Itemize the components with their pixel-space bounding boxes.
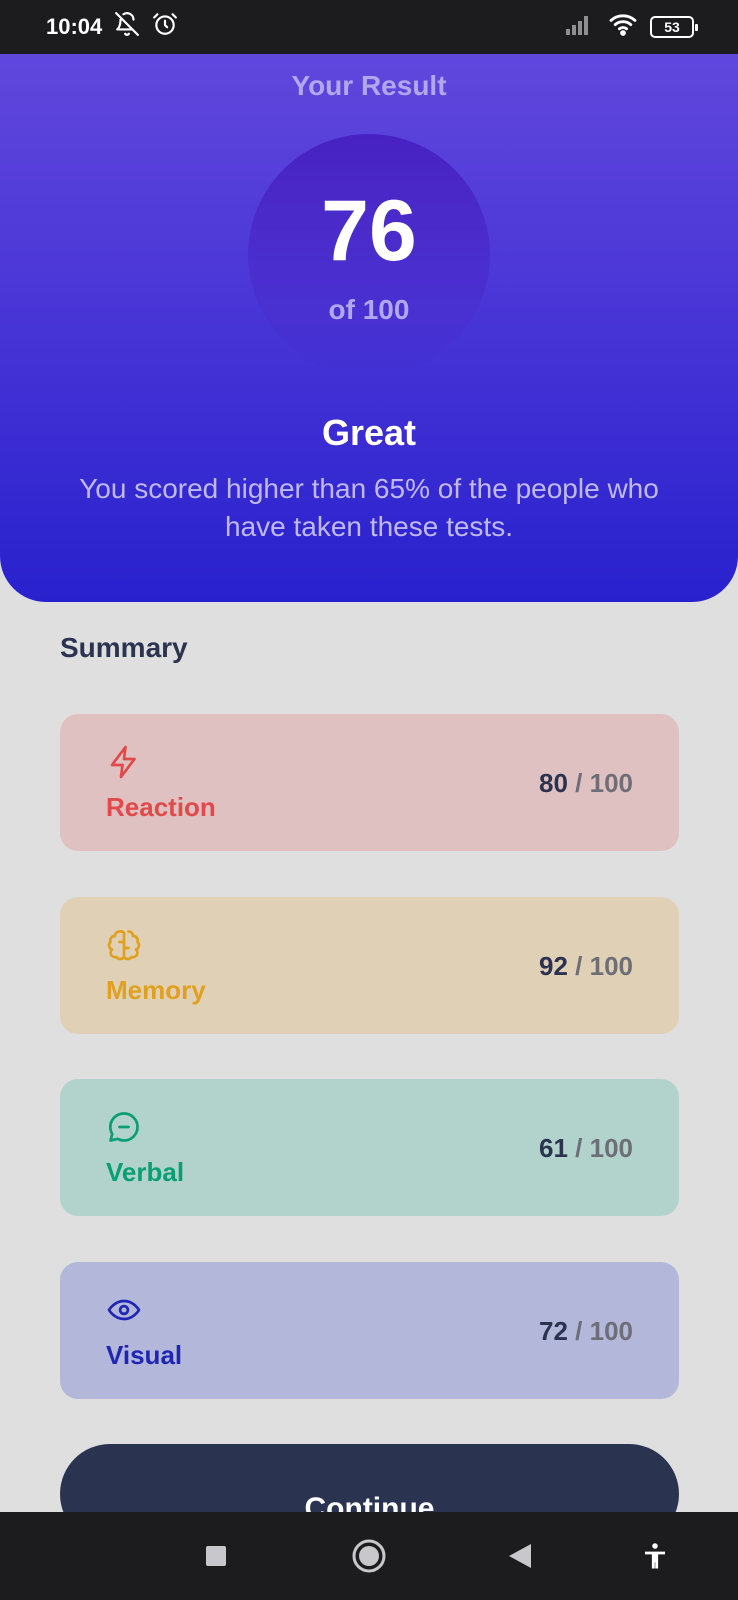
result-rating: Great xyxy=(321,412,417,453)
score-separator: / xyxy=(575,1133,583,1163)
score-separator: / xyxy=(575,1316,583,1346)
summary-card-visual[interactable]: Visual 72 / 100 xyxy=(60,1262,679,1399)
summary-card-verbal[interactable]: Verbal 61 / 100 xyxy=(60,1079,679,1216)
bell-off-icon xyxy=(114,11,140,43)
summary-label: Reaction xyxy=(106,792,216,822)
recent-apps-icon[interactable] xyxy=(194,1534,238,1578)
score-total: of 100 xyxy=(328,294,410,325)
status-bar: 10:04 53 xyxy=(0,0,738,54)
accessibility-icon[interactable] xyxy=(633,1534,677,1578)
score-value: 76 xyxy=(321,183,417,279)
score-max: 100 xyxy=(589,1133,633,1163)
summary-label: Memory xyxy=(106,975,206,1005)
summary-label: Visual xyxy=(106,1340,183,1370)
score-number: 72 xyxy=(538,1316,568,1346)
score-number: 92 xyxy=(538,951,568,981)
summary-score: 72 / 100 xyxy=(539,1316,633,1347)
score-separator: / xyxy=(575,951,583,981)
score-max: 100 xyxy=(589,1316,633,1346)
back-icon[interactable] xyxy=(498,1534,542,1578)
chat-bubble-icon xyxy=(106,1109,142,1145)
score-max: 100 xyxy=(589,951,633,981)
brain-icon xyxy=(106,927,142,963)
score-circle: 76 of 100 xyxy=(248,134,490,376)
eye-icon xyxy=(106,1292,142,1328)
summary-title: Summary xyxy=(60,632,188,663)
score-number: 61 xyxy=(538,1133,568,1163)
status-right: 53 xyxy=(566,12,698,42)
score-separator: / xyxy=(575,768,583,798)
wifi-icon xyxy=(608,12,638,42)
signal-icon xyxy=(566,13,596,41)
summary-score: 61 / 100 xyxy=(539,1133,633,1164)
summary-label: Verbal xyxy=(106,1157,185,1187)
alarm-icon xyxy=(152,11,178,43)
status-time: 10:04 xyxy=(46,14,103,39)
navigation-bar xyxy=(0,1512,738,1600)
status-left: 10:04 xyxy=(46,11,178,43)
summary-card-memory[interactable]: Memory 92 / 100 xyxy=(60,897,679,1034)
result-title: Your Result xyxy=(291,70,447,101)
summary-score: 80 / 100 xyxy=(539,768,633,799)
result-hero: Your Result 76 of 100 Great You scored h… xyxy=(0,54,738,602)
battery-indicator: 53 xyxy=(650,16,698,38)
score-max: 100 xyxy=(589,768,633,798)
summary-score: 92 / 100 xyxy=(539,951,633,982)
result-description: You scored higher than 65% of the people… xyxy=(79,473,659,542)
home-icon[interactable] xyxy=(347,1534,391,1578)
lightning-icon xyxy=(106,744,142,780)
summary-card-reaction[interactable]: Reaction 80 / 100 xyxy=(60,714,679,851)
score-number: 80 xyxy=(538,768,568,798)
